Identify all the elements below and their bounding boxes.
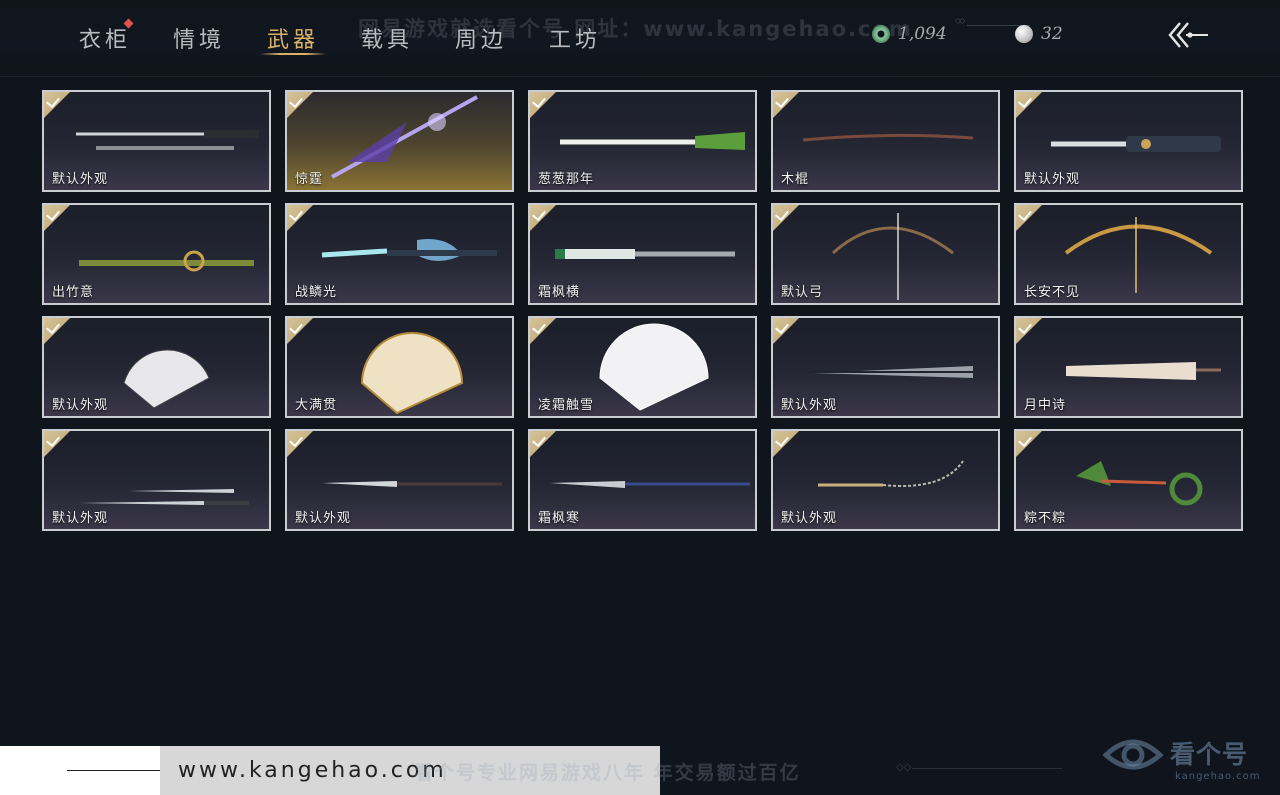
brand-name: 看个号	[1170, 740, 1249, 769]
weapon-name: 葱葱那年	[538, 172, 595, 187]
top-bar: 网易游戏就选看个号 网址：www.kangehao.com 衣柜 情境 武器 载…	[0, 0, 1280, 77]
silver-currency: 32	[1015, 22, 1063, 46]
weapon-name: 月中诗	[1024, 398, 1067, 413]
tab-peripheral[interactable]: 周边	[434, 0, 528, 76]
jade-coin-icon	[872, 25, 890, 43]
weapon-name: 默认外观	[781, 398, 838, 413]
tab-weapons[interactable]: 武器	[246, 0, 340, 76]
brand-domain: kangehao.com	[1175, 771, 1261, 782]
weapon-card[interactable]: 出竹意	[42, 203, 271, 305]
jade-currency: 1,094	[872, 22, 947, 46]
weapon-name: 默认外观	[781, 511, 838, 526]
bottom-line	[67, 770, 165, 771]
jade-amount: 1,094	[898, 24, 947, 44]
weapon-name: 粽不粽	[1024, 511, 1067, 526]
weapon-card[interactable]: 默认外观	[1014, 90, 1243, 192]
brand-watermark: 看个号 kangehao.com	[1100, 727, 1280, 793]
weapon-card[interactable]: 粽不粽	[1014, 429, 1243, 531]
weapon-name: 默认外观	[295, 511, 352, 526]
weapon-card[interactable]: 长安不见	[1014, 203, 1243, 305]
weapon-card[interactable]: 战鳞光	[285, 203, 514, 305]
weapon-card[interactable]: 大满贯	[285, 316, 514, 418]
weapon-name: 惊霆	[295, 172, 324, 187]
weapon-name: 木棍	[781, 172, 810, 187]
tab-label: 情境	[172, 28, 225, 53]
weapon-name: 霜枫寒	[538, 511, 581, 526]
tab-wardrobe[interactable]: 衣柜	[58, 0, 152, 76]
weapon-name: 霜枫横	[538, 285, 581, 300]
weapon-card[interactable]: 默认外观	[42, 90, 271, 192]
tab-vehicle[interactable]: 载具	[340, 0, 434, 76]
bottom-url: www.kangehao.com	[178, 758, 447, 783]
weapon-card[interactable]: 默认弓	[771, 203, 1000, 305]
weapon-name: 默认外观	[52, 172, 109, 187]
weapon-card[interactable]: 惊霆	[285, 90, 514, 192]
weapon-card[interactable]: 默认外观	[42, 429, 271, 531]
weapon-card[interactable]: 葱葱那年	[528, 90, 757, 192]
back-button[interactable]	[1166, 18, 1210, 52]
weapon-name: 出竹意	[52, 285, 95, 300]
silver-amount: 32	[1041, 24, 1063, 44]
weapon-card[interactable]: 霜枫寒	[528, 429, 757, 531]
tab-scene[interactable]: 情境	[152, 0, 246, 76]
weapon-name: 长安不见	[1024, 285, 1081, 300]
weapon-card[interactable]: 默认外观	[285, 429, 514, 531]
brand-eye-logo-icon	[1102, 739, 1164, 770]
tab-label: 衣柜	[78, 28, 131, 53]
weapon-name: 默认外观	[1024, 172, 1081, 187]
weapon-name: 默认外观	[52, 511, 109, 526]
tab-label: 载具	[360, 28, 413, 53]
weapon-card[interactable]: 月中诗	[1014, 316, 1243, 418]
tab-label: 工坊	[548, 28, 601, 53]
weapon-name: 默认外观	[52, 398, 109, 413]
bottom-white-block	[0, 746, 165, 795]
weapon-name: 大满贯	[295, 398, 338, 413]
weapon-card[interactable]: 默认外观	[771, 429, 1000, 531]
weapon-card[interactable]: 霜枫横	[528, 203, 757, 305]
weapon-name: 战鳞光	[295, 285, 338, 300]
silver-coin-icon	[1015, 25, 1033, 43]
bottom-slogan: 看个号专业网易游戏八年 年交易额过百亿	[414, 762, 801, 784]
category-tabs: 衣柜 情境 武器 载具 周边 工坊	[58, 0, 622, 76]
bottom-ornament: ◇◇	[896, 762, 1067, 773]
tab-workshop[interactable]: 工坊	[528, 0, 622, 76]
weapon-card[interactable]: 凌霜触雪	[528, 316, 757, 418]
back-arrow-icon	[1168, 22, 1208, 48]
weapon-name: 凌霜触雪	[538, 398, 595, 413]
tab-label: 武器	[266, 28, 319, 53]
weapon-card[interactable]: 木棍	[771, 90, 1000, 192]
weapon-card[interactable]: 默认外观	[771, 316, 1000, 418]
weapon-card[interactable]: 默认外观	[42, 316, 271, 418]
tab-label: 周边	[454, 28, 507, 53]
weapon-name: 默认弓	[781, 285, 824, 300]
